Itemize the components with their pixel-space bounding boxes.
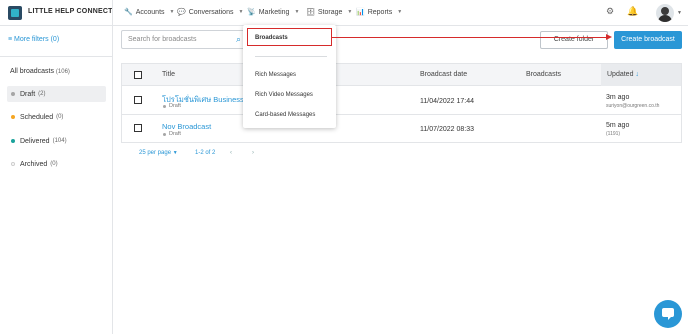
column-broadcast-date[interactable]: Broadcast date xyxy=(420,71,467,78)
broadcast-table: Title Broadcast date Broadcasts Updated … xyxy=(121,63,682,143)
sidebar-divider xyxy=(112,0,113,334)
nav-label: Marketing xyxy=(258,8,290,16)
chart-icon: 📊 xyxy=(356,9,365,16)
chevron-down-icon: ▼ xyxy=(397,9,403,15)
table-row[interactable]: โปรโมชั่นพิเศษ Business C Draft 11/04/20… xyxy=(122,87,681,115)
bell-icon[interactable]: 🔔 xyxy=(627,6,638,17)
status-dot-icon xyxy=(11,115,15,119)
sidebar-item-archived[interactable]: Archived (0) xyxy=(7,156,106,172)
arrow-down-icon: ↓ xyxy=(635,71,639,78)
chat-widget-icon[interactable] xyxy=(654,300,682,328)
wrench-icon: 🔧 xyxy=(124,9,133,16)
column-broadcasts[interactable]: Broadcasts xyxy=(526,71,561,78)
sidebar-item-count: (2) xyxy=(38,91,46,97)
sidebar-item-label: Draft xyxy=(20,90,36,98)
sidebar-item-label: All broadcasts xyxy=(10,68,54,75)
nav-label: Accounts xyxy=(135,8,165,16)
status-dot-icon xyxy=(163,132,166,136)
status-dot-icon xyxy=(163,104,166,108)
menu-item-rich-messages[interactable]: Rich Messages xyxy=(255,72,296,78)
avatar[interactable] xyxy=(656,4,674,22)
broadcast-date: 11/07/2022 08:33 xyxy=(420,126,474,133)
column-title[interactable]: Title xyxy=(162,71,175,78)
chevron-down-icon[interactable]: ▼ xyxy=(677,10,682,16)
annotation-arrow-head-icon xyxy=(606,34,612,40)
gear-icon[interactable]: ⚙ xyxy=(606,6,614,17)
table-row[interactable]: Nov Broadcast Draft 11/07/2022 08:33 5m … xyxy=(122,115,681,143)
broadcast-date: 11/04/2022 17:44 xyxy=(420,98,474,105)
status-dot-icon xyxy=(11,162,15,166)
create-folder-button[interactable]: Create folder xyxy=(540,31,608,49)
prev-page-icon[interactable]: ‹ xyxy=(230,150,232,156)
sidebar-item-draft[interactable]: Draft (2) xyxy=(7,86,106,102)
divider xyxy=(0,56,112,57)
app-name: LITTLE HELP CONNECT xyxy=(28,8,113,15)
sidebar-item-label: Archived xyxy=(20,160,48,168)
row-checkbox[interactable] xyxy=(134,96,142,104)
table-header: Title Broadcast date Broadcasts Updated … xyxy=(122,64,681,86)
nav-storage[interactable]: 🗄 Storage ▼ xyxy=(306,8,353,17)
sidebar-item-label: Scheduled xyxy=(20,113,54,121)
per-page-select[interactable]: 25 per page ▼ xyxy=(139,150,178,156)
chevron-down-icon: ▼ xyxy=(169,9,175,15)
search-icon[interactable]: ⌕ xyxy=(236,34,241,45)
status-dot-icon xyxy=(11,92,15,96)
status-label: Draft xyxy=(169,103,181,109)
top-bar: LITTLE HELP CONNECT 🔧 Accounts ▼ 💬 Conve… xyxy=(0,0,688,26)
updated-time: 5m ago xyxy=(606,122,630,129)
menu-item-rich-video-messages[interactable]: Rich Video Messages xyxy=(255,92,313,98)
sidebar: ≡ More filters (0) All broadcasts (106) … xyxy=(0,27,112,335)
updated-time: 3m ago xyxy=(606,94,630,101)
nav-reports[interactable]: 📊 Reports ▼ xyxy=(356,8,403,17)
column-updated-label: Updated xyxy=(607,71,634,78)
per-page-label: 25 per page xyxy=(139,150,172,156)
nav-accounts[interactable]: 🔧 Accounts ▼ xyxy=(124,8,175,17)
row-checkbox[interactable] xyxy=(134,124,142,132)
nav-marketing[interactable]: 📡 Marketing ▼ xyxy=(247,8,300,17)
status-badge: Draft xyxy=(163,131,181,137)
chevron-down-icon: ▼ xyxy=(238,9,244,15)
page-range: 1-2 of 2 xyxy=(195,150,216,156)
folder-icon: 🗄 xyxy=(306,9,315,16)
chevron-down-icon: ▼ xyxy=(294,9,300,15)
status-badge: Draft xyxy=(163,103,181,109)
create-broadcast-button[interactable]: Create broadcast xyxy=(614,31,682,49)
annotation-highlight-box xyxy=(247,28,332,46)
nav-label: Conversations xyxy=(188,8,234,16)
updated-by: (1191) xyxy=(606,131,621,137)
chevron-down-icon: ▼ xyxy=(347,9,353,15)
sidebar-item-all-broadcasts[interactable]: All broadcasts (106) xyxy=(10,68,70,75)
search-placeholder: Search for broadcasts xyxy=(128,36,197,43)
antenna-icon: 📡 xyxy=(247,9,256,16)
updated-by: suriyon@ourgreen.co.th xyxy=(606,103,660,109)
column-updated[interactable]: Updated ↓ xyxy=(607,71,639,78)
search-input[interactable]: Search for broadcasts ⌕ xyxy=(121,30,247,49)
nav-label: Reports xyxy=(367,8,393,16)
broadcast-title-link[interactable]: Nov Broadcast xyxy=(162,122,211,131)
more-filters-label: More filters (0) xyxy=(14,36,60,43)
caret-down-icon: ▼ xyxy=(172,150,178,156)
sidebar-item-delivered[interactable]: Delivered (104) xyxy=(7,133,106,149)
sidebar-item-count: (106) xyxy=(55,69,70,75)
menu-item-card-based-messages[interactable]: Card-based Messages xyxy=(255,112,315,118)
nav-label: Storage xyxy=(317,8,343,16)
next-page-icon[interactable]: › xyxy=(252,150,254,156)
nav-conversations[interactable]: 💬 Conversations ▼ xyxy=(177,8,244,17)
sidebar-item-count: (0) xyxy=(56,114,64,120)
sidebar-item-scheduled[interactable]: Scheduled (0) xyxy=(7,109,106,125)
chat-icon: 💬 xyxy=(177,9,186,16)
status-dot-icon xyxy=(11,139,15,143)
sidebar-item-count: (104) xyxy=(52,138,67,144)
status-label: Draft xyxy=(169,131,181,137)
select-all-checkbox[interactable] xyxy=(134,71,142,79)
more-filters-link[interactable]: ≡ More filters (0) xyxy=(8,36,59,43)
app-logo-icon xyxy=(8,6,22,20)
annotation-arrow-line xyxy=(332,37,608,38)
sidebar-item-count: (0) xyxy=(50,161,58,167)
sidebar-item-label: Delivered xyxy=(20,137,50,145)
menu-divider xyxy=(255,56,327,57)
